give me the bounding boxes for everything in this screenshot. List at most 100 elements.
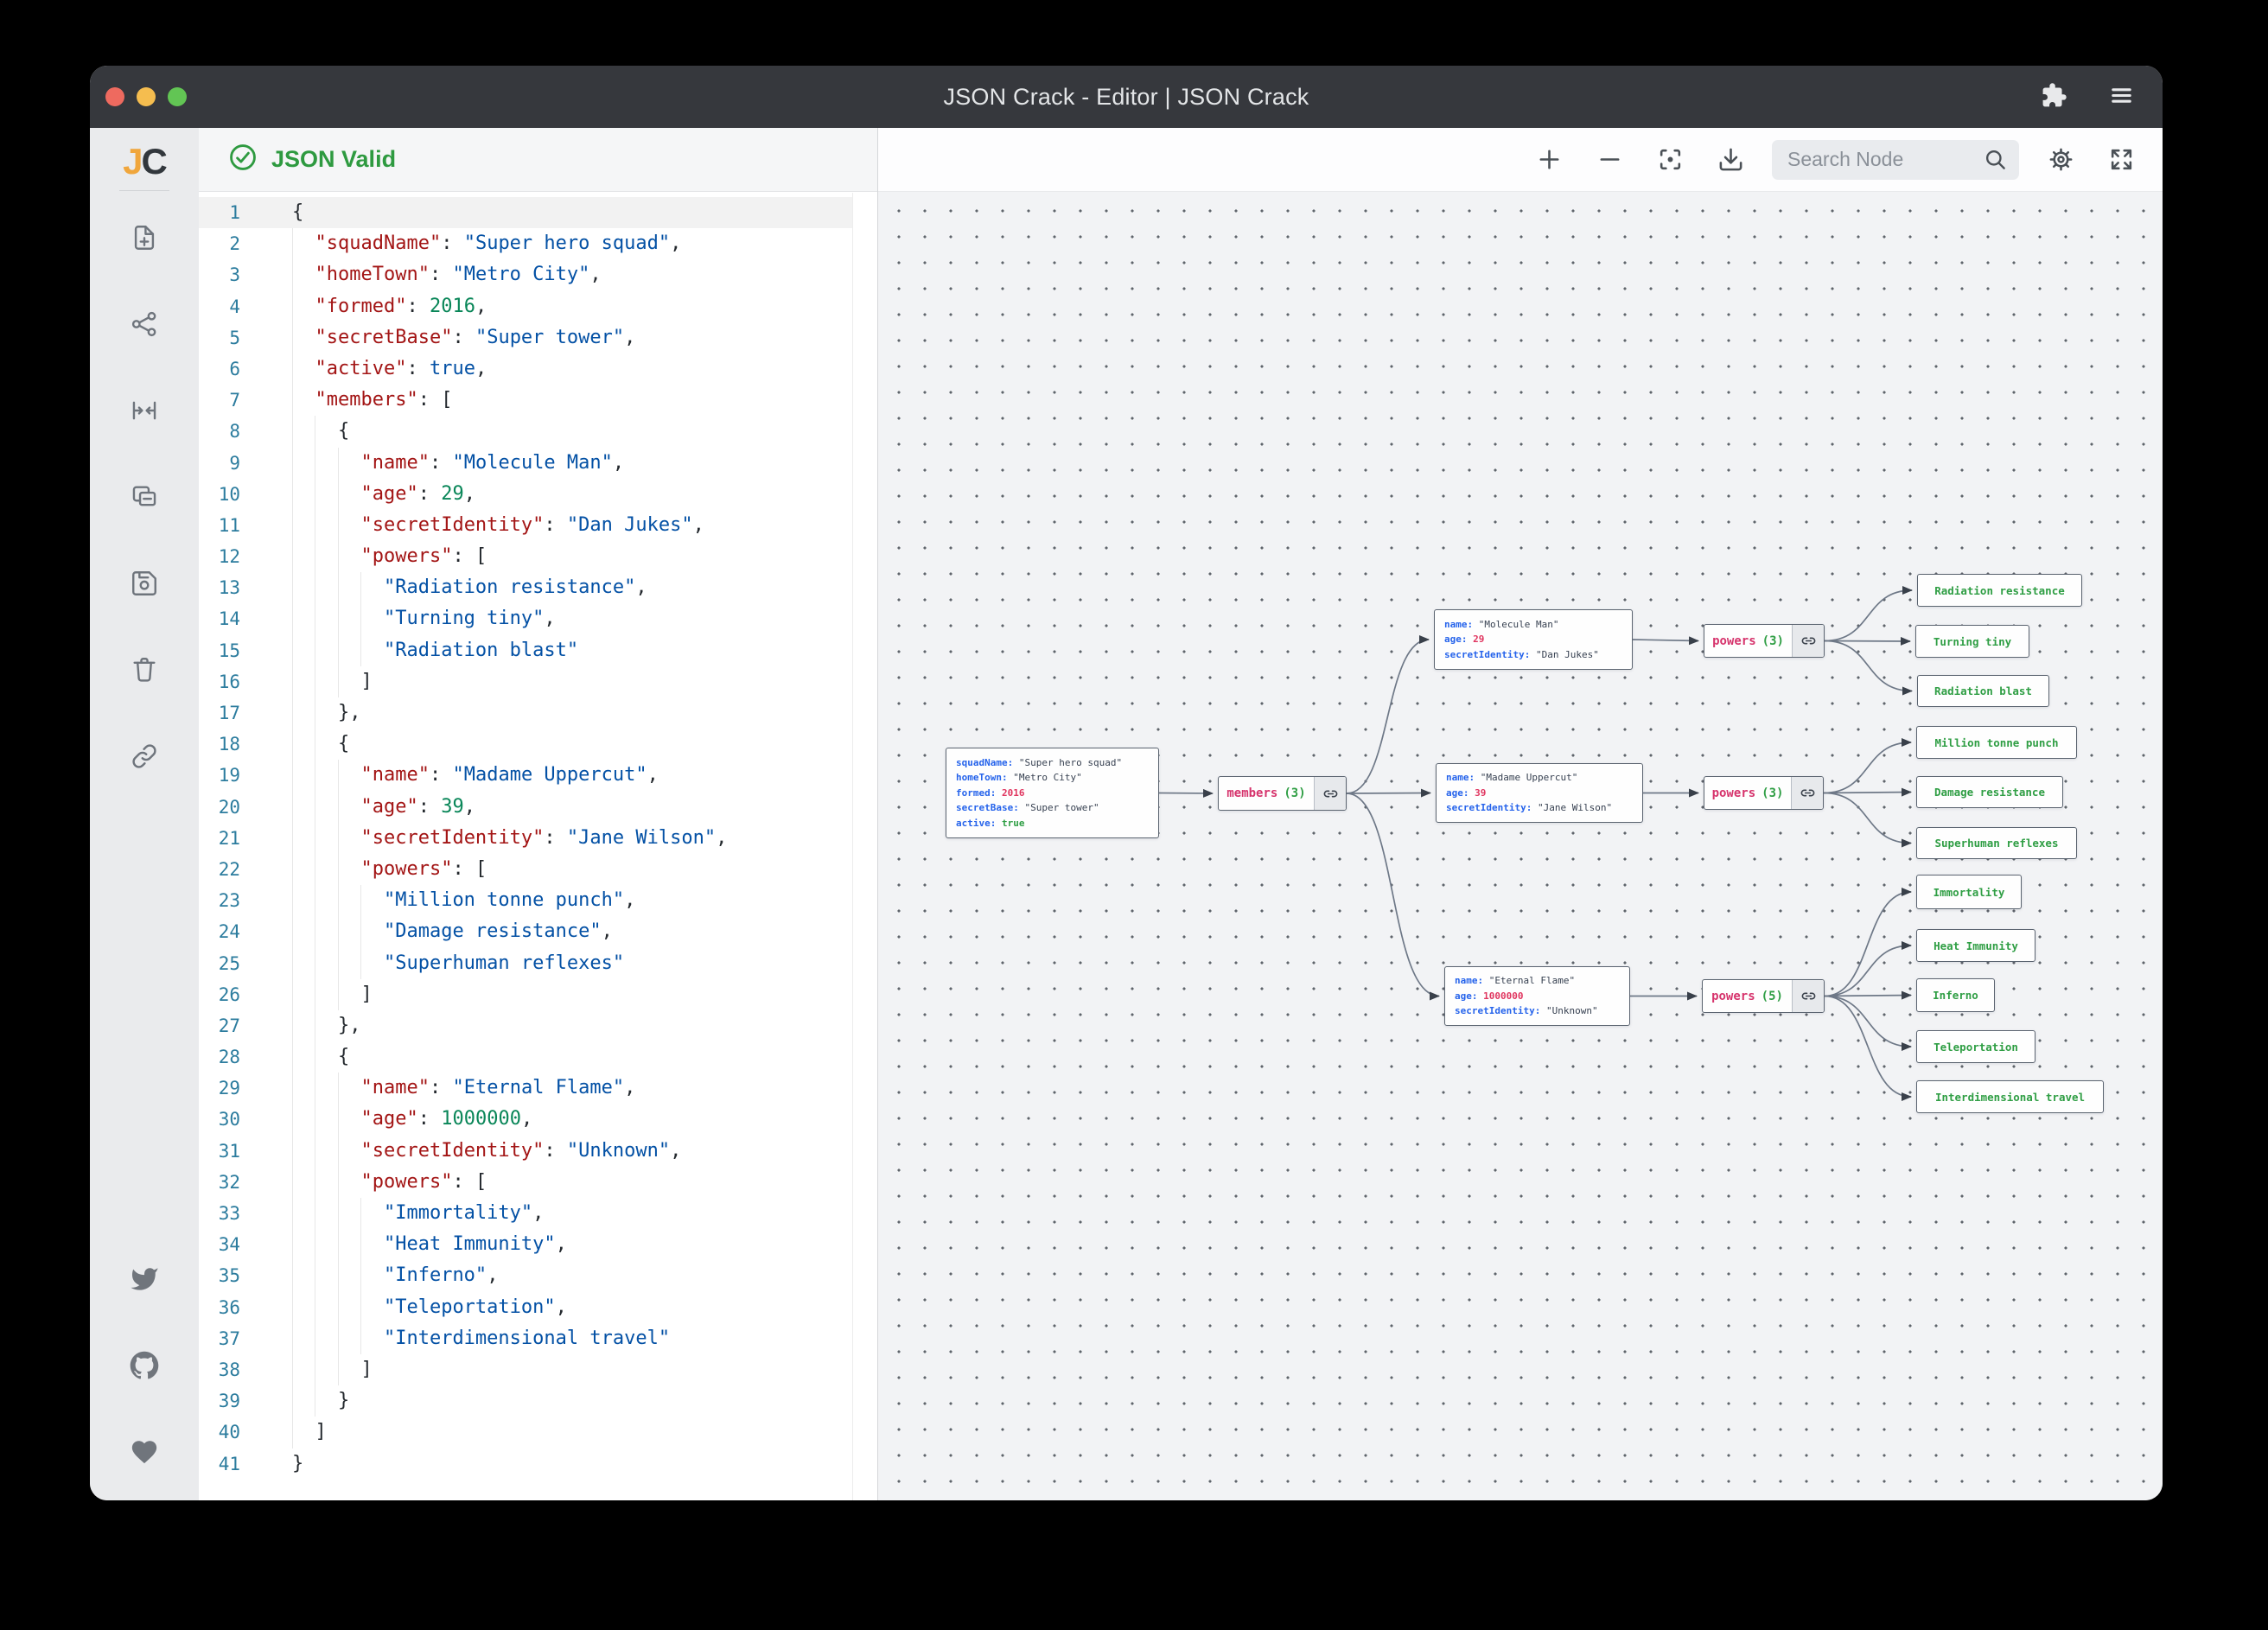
settings-button[interactable] (2042, 141, 2080, 179)
node-row-name: name: "Eternal Flame" (1455, 973, 1620, 989)
indent-guide (338, 541, 339, 572)
search-icon (1984, 148, 2007, 171)
leaf-node-text: Interdimensional travel (1935, 1091, 2085, 1104)
indent-guide (338, 1354, 339, 1385)
download-button[interactable] (1711, 141, 1749, 179)
code-line: 10 "age": 29, (199, 479, 877, 510)
node-row-secretIdentity: secretIdentity: "Jane Wilson" (1446, 800, 1633, 816)
indent-guide (338, 479, 339, 510)
indent-guide (338, 916, 339, 947)
menu-button[interactable] (2102, 78, 2140, 116)
graph-node-l6[interactable]: Superhuman reflexes (1916, 827, 2077, 859)
graph-node-l2[interactable]: Turning tiny (1915, 625, 2029, 658)
jsoncrack-logo[interactable]: JC (123, 142, 166, 181)
line-number: 4 (199, 291, 259, 322)
indent-guide (338, 1136, 339, 1167)
graph-node-l1[interactable]: Radiation resistance (1917, 574, 2082, 607)
zoom-out-button[interactable] (1590, 141, 1628, 179)
github-button[interactable] (124, 1345, 165, 1386)
indent-guide (338, 1073, 339, 1104)
line-number: 37 (199, 1323, 259, 1354)
file-plus-button[interactable] (124, 217, 165, 258)
collapse-link-icon[interactable] (1314, 777, 1346, 810)
graph-node-l11[interactable]: Interdimensional travel (1916, 1080, 2104, 1113)
graph-node-members[interactable]: members(3) (1218, 776, 1347, 811)
array-node-label: members(3) (1219, 777, 1314, 810)
indent-guide (338, 979, 339, 1010)
code-text: "homeTown": "Metro City", (259, 259, 602, 290)
line-number: 12 (199, 541, 259, 572)
line-number: 34 (199, 1229, 259, 1260)
fullscreen-button[interactable] (2102, 141, 2140, 179)
zoom-in-button[interactable] (1530, 141, 1568, 179)
leaf-node-text: Million tonne punch (1935, 736, 2059, 749)
graph-node-l4[interactable]: Million tonne punch (1916, 726, 2077, 759)
link-button[interactable] (124, 735, 165, 777)
leaf-node-text: Radiation blast (1934, 684, 2032, 697)
collapse-link-icon[interactable] (1792, 980, 1824, 1012)
indent-guide (338, 885, 339, 916)
leaf-node-text: Immortality (1934, 886, 2005, 899)
save-icon (130, 569, 159, 598)
sidebar-divider (119, 190, 169, 191)
graph-node-l10[interactable]: Teleportation (1916, 1030, 2035, 1063)
node-row-age: age: 1000000 (1455, 989, 1620, 1004)
indent-guide (292, 666, 293, 697)
share-nodes-button[interactable] (124, 303, 165, 345)
indent-guide (338, 1229, 339, 1260)
line-number: 13 (199, 572, 259, 603)
graph-node-m1[interactable]: name: "Molecule Man"age: 29secretIdentit… (1434, 609, 1633, 670)
fold-button[interactable] (124, 390, 165, 431)
graph-node-p3[interactable]: powers(5) (1702, 979, 1825, 1013)
indent-guide (292, 228, 293, 259)
graph-node-l5[interactable]: Damage resistance (1916, 776, 2063, 808)
line-number: 29 (199, 1073, 259, 1104)
extension-button[interactable] (2035, 78, 2073, 116)
graph-node-p1[interactable]: powers(3) (1704, 624, 1825, 658)
graph-node-l3[interactable]: Radiation blast (1917, 675, 2049, 707)
code-line: 27 }, (199, 1010, 877, 1041)
graph-node-root[interactable]: squadName: "Super hero squad"homeTown: "… (946, 748, 1159, 838)
collapse-link-icon[interactable] (1791, 777, 1823, 809)
heart-button[interactable] (124, 1431, 165, 1473)
array-node-label: powers(3) (1704, 777, 1791, 809)
graph-node-p2[interactable]: powers(3) (1704, 776, 1824, 810)
graph-node-l9[interactable]: Inferno (1916, 978, 1995, 1012)
focus-button[interactable] (1651, 141, 1689, 179)
graph-canvas[interactable]: squadName: "Super hero squad"homeTown: "… (878, 192, 2163, 1500)
line-number: 35 (199, 1260, 259, 1291)
line-number: 18 (199, 729, 259, 760)
editor-scrollbar[interactable] (852, 193, 877, 1500)
graph-node-l7[interactable]: Immortality (1916, 875, 2022, 909)
code-text: "secretBase": "Super tower", (259, 322, 635, 353)
graph-node-m2[interactable]: name: "Madame Uppercut"age: 39secretIden… (1436, 763, 1643, 823)
indent-guide (338, 635, 339, 666)
indent-guide (292, 353, 293, 385)
save-button[interactable] (124, 563, 165, 604)
code-text: "name": "Madame Uppercut", (259, 760, 659, 791)
line-number: 5 (199, 322, 259, 353)
code-line: 32 "powers": [ (199, 1167, 877, 1198)
copy-button[interactable] (124, 476, 165, 518)
trash-button[interactable] (124, 649, 165, 691)
collapse-link-icon[interactable] (1792, 625, 1824, 657)
indent-guide (292, 416, 293, 447)
twitter-button[interactable] (124, 1258, 165, 1300)
indent-guide (360, 1323, 361, 1354)
code-editor[interactable]: 1{2 "squadName": "Super hero squad",3 "h… (199, 192, 877, 1500)
graph-node-m3[interactable]: name: "Eternal Flame"age: 1000000secretI… (1444, 966, 1630, 1026)
graph-node-l8[interactable]: Heat Immunity (1916, 929, 2035, 962)
code-text: } (259, 1385, 349, 1417)
search-node-input[interactable] (1787, 148, 1984, 171)
line-number: 20 (199, 792, 259, 823)
code-text: "Superhuman reflexes" (259, 948, 624, 979)
code-line: 15 "Radiation blast" (199, 635, 877, 666)
logo-letter-j: J (123, 141, 141, 181)
code-line: 39 } (199, 1385, 877, 1417)
indent-guide (292, 1292, 293, 1323)
line-number: 14 (199, 603, 259, 634)
node-row-name: name: "Madame Uppercut" (1446, 770, 1633, 786)
line-number: 9 (199, 448, 259, 479)
code-text: "Radiation blast" (259, 635, 578, 666)
indent-guide (292, 760, 293, 791)
